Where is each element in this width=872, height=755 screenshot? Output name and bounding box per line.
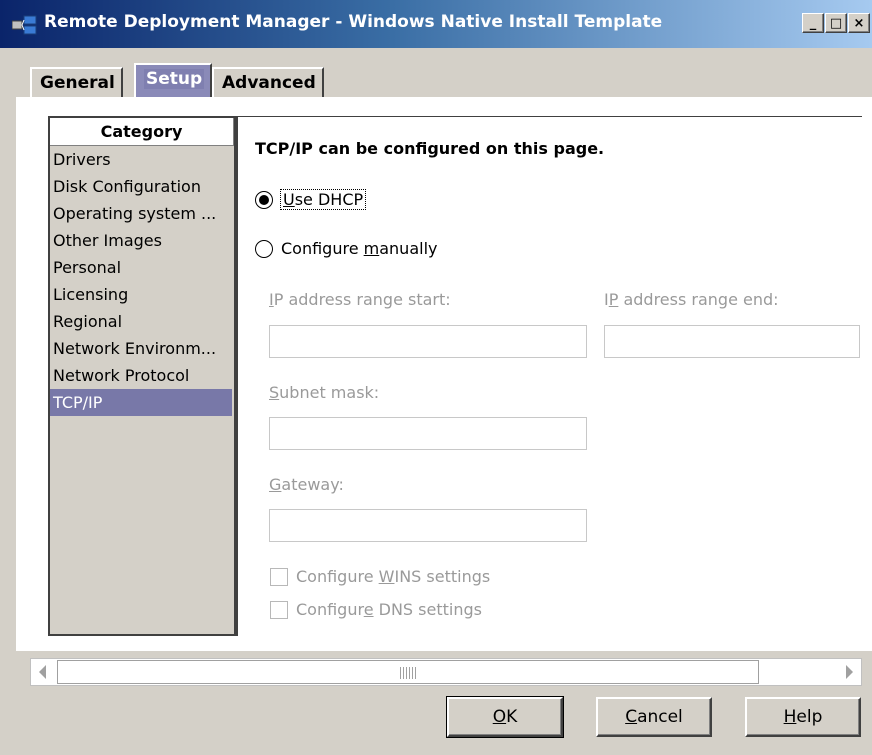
category-item-drivers[interactable]: Drivers: [50, 146, 234, 173]
cancel-mnemonic: C: [625, 707, 638, 727]
gateway-label-text: ateway:: [281, 475, 344, 494]
category-item-tcpip[interactable]: TCP/IP: [50, 389, 232, 416]
configure-manually-mnemonic: m: [363, 239, 380, 258]
configure-dns-mnemonic: e: [363, 600, 374, 619]
help-button[interactable]: Help: [745, 697, 861, 737]
configure-wins-label-post: INS settings: [394, 567, 491, 586]
configure-wins-label: Configure WINS settings: [296, 567, 490, 586]
maximize-button[interactable]: □: [825, 13, 847, 33]
title-bar[interactable]: Remote Deployment Manager - Windows Nati…: [0, 0, 872, 48]
subnet-mask-label-text: ubnet mask:: [279, 383, 380, 402]
configure-wins-checkbox[interactable]: [270, 567, 288, 586]
use-dhcp-label: Use DHCP: [279, 189, 367, 210]
cancel-button[interactable]: Cancel: [596, 697, 712, 737]
configure-dns-label-post: DNS settings: [373, 600, 482, 619]
settings-panel: TCP/IP can be configured on this page. U…: [238, 116, 862, 636]
horizontal-scrollbar[interactable]: [30, 658, 862, 686]
category-item-operating-system[interactable]: Operating system ...: [50, 200, 234, 227]
ok-button[interactable]: OK: [446, 696, 564, 738]
ok-mnemonic: O: [492, 707, 507, 727]
configure-dns-option[interactable]: Configure DNS settings: [270, 600, 482, 619]
configure-dns-label-pre: Configur: [296, 600, 364, 619]
configure-manually-label: Configure manually: [281, 239, 437, 258]
ip-range-end-mnemonic: P: [608, 290, 619, 309]
ip-range-start-input[interactable]: [269, 325, 587, 358]
configure-wins-option[interactable]: Configure WINS settings: [270, 567, 490, 586]
category-item-personal[interactable]: Personal: [50, 254, 234, 281]
help-label-text: elp: [796, 707, 823, 727]
configure-manually-option[interactable]: Configure manually: [255, 239, 437, 258]
use-dhcp-label-text: se DHCP: [294, 190, 364, 209]
category-item-licensing[interactable]: Licensing: [50, 281, 234, 308]
close-button[interactable]: ×: [848, 13, 870, 33]
scrollbar-thumb[interactable]: [57, 660, 759, 684]
tab-setup-label: Setup: [144, 69, 205, 89]
configure-manually-radio[interactable]: [255, 239, 273, 258]
tab-setup[interactable]: Setup: [134, 63, 213, 99]
use-dhcp-option[interactable]: Use DHCP: [255, 189, 367, 210]
use-dhcp-mnemonic: U: [283, 190, 295, 209]
gateway-label: Gateway:: [269, 475, 344, 494]
cancel-label-text: ancel: [637, 707, 683, 727]
radio-selected-dot: [259, 194, 269, 205]
ip-range-end-input[interactable]: [604, 325, 860, 358]
network-app-icon: [12, 15, 37, 35]
configure-dns-label: Configure DNS settings: [296, 600, 482, 619]
tab-advanced[interactable]: Advanced: [212, 67, 324, 97]
category-item-regional[interactable]: Regional: [50, 308, 234, 335]
subnet-mask-label: Subnet mask:: [269, 383, 379, 402]
page-heading: TCP/IP can be configured on this page.: [255, 139, 605, 158]
category-list[interactable]: Category Drivers Disk Configuration Oper…: [48, 116, 236, 636]
category-item-network-environment[interactable]: Network Environm...: [50, 335, 234, 362]
minimize-icon: _: [809, 15, 817, 31]
gateway-input[interactable]: [269, 509, 587, 542]
ip-range-start-label: IP address range start:: [269, 290, 451, 309]
configure-manually-label-post: anually: [379, 239, 438, 258]
ip-range-end-label-post: address range end:: [618, 290, 779, 309]
minimize-button[interactable]: _: [802, 13, 824, 33]
tab-general-label: General: [40, 73, 115, 93]
category-item-network-protocol[interactable]: Network Protocol: [50, 362, 234, 389]
configure-wins-mnemonic: W: [378, 567, 395, 586]
ip-range-end-label: IP address range end:: [604, 290, 779, 309]
subnet-mask-input[interactable]: [269, 417, 587, 450]
configure-wins-label-pre: Configure: [296, 567, 379, 586]
category-header: Category: [50, 118, 234, 146]
category-item-disk-configuration[interactable]: Disk Configuration: [50, 173, 234, 200]
close-icon: ×: [853, 15, 865, 31]
category-item-other-images[interactable]: Other Images: [50, 227, 234, 254]
scroll-grip-icon: [400, 667, 418, 679]
ip-range-start-label-text: P address range start:: [273, 290, 451, 309]
configure-manually-label-pre: Configure: [281, 239, 364, 258]
window-title: Remote Deployment Manager - Windows Nati…: [44, 12, 663, 32]
tab-advanced-label: Advanced: [222, 73, 316, 93]
scroll-left-icon[interactable]: [39, 665, 46, 679]
configure-dns-checkbox[interactable]: [270, 600, 288, 619]
tab-general[interactable]: General: [30, 67, 123, 97]
maximize-icon: □: [829, 15, 843, 31]
subnet-mask-mnemonic: S: [269, 383, 280, 402]
help-mnemonic: H: [783, 707, 797, 727]
gateway-mnemonic: G: [269, 475, 282, 494]
scroll-right-icon[interactable]: [846, 665, 853, 679]
application-window: Remote Deployment Manager - Windows Nati…: [0, 0, 872, 755]
ok-label-text: K: [506, 707, 518, 727]
use-dhcp-radio[interactable]: [255, 190, 273, 209]
